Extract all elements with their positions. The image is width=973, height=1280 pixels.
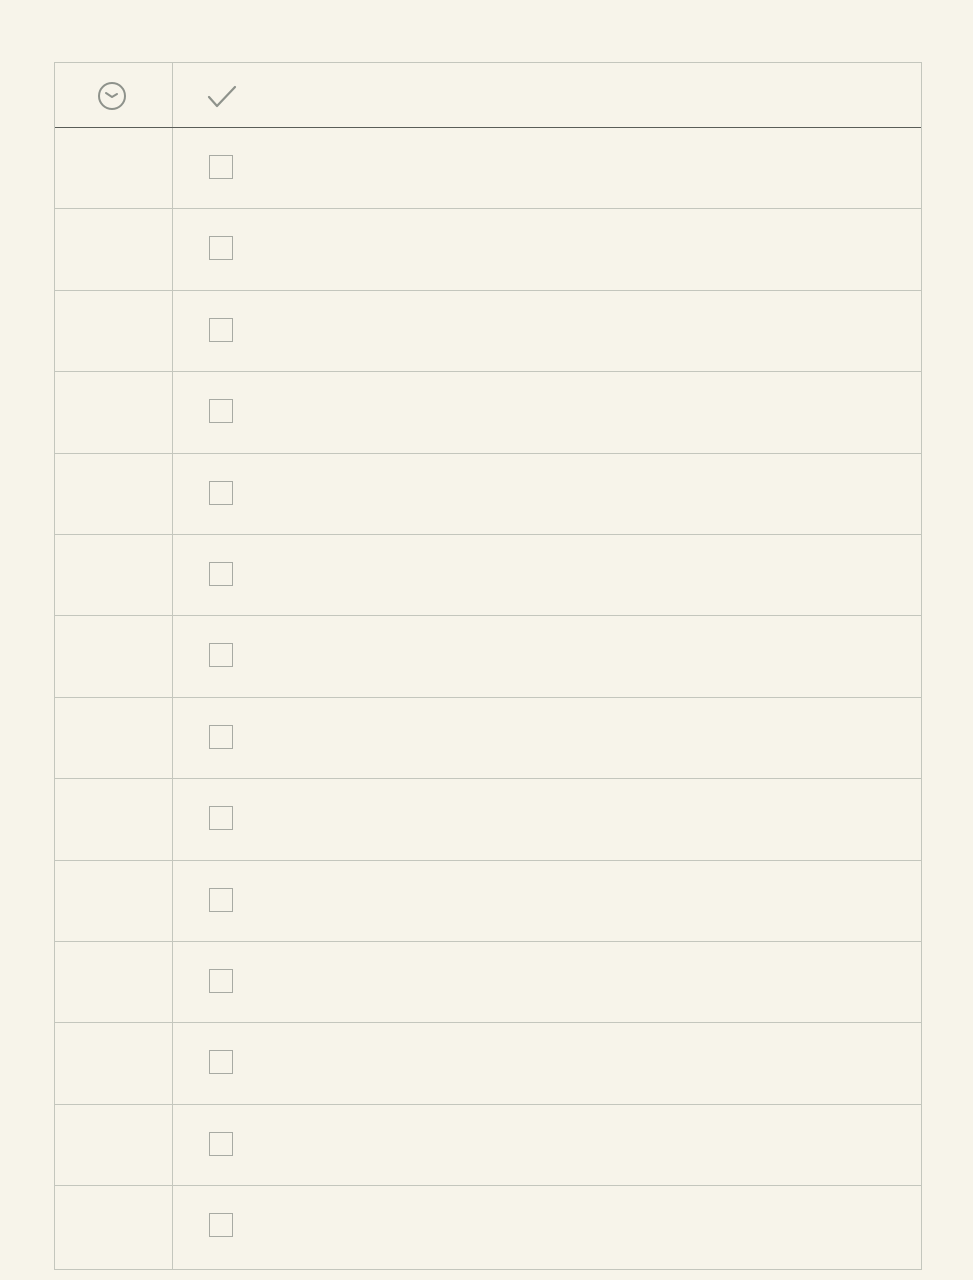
time-cell[interactable] (55, 372, 172, 452)
task-cell[interactable] (173, 535, 921, 615)
task-checkbox[interactable] (209, 236, 233, 261)
task-cell[interactable] (173, 616, 921, 696)
task-checkbox[interactable] (209, 561, 233, 586)
time-cell[interactable] (55, 942, 172, 1022)
time-cell[interactable] (55, 535, 172, 615)
task-cell[interactable] (173, 942, 921, 1022)
task-cell[interactable] (173, 454, 921, 534)
time-cell[interactable] (55, 128, 172, 208)
checklist-rows (55, 128, 921, 1267)
task-checkbox[interactable] (209, 887, 233, 912)
checklist-row (55, 454, 921, 535)
task-checkbox[interactable] (209, 643, 233, 668)
checklist-row (55, 535, 921, 617)
time-cell[interactable] (55, 616, 172, 696)
task-checkbox[interactable] (209, 317, 233, 342)
task-cell[interactable] (173, 209, 921, 289)
task-checkbox[interactable] (209, 1213, 233, 1238)
checklist-sheet (54, 62, 922, 1270)
task-checkbox[interactable] (209, 399, 233, 424)
checklist-row (55, 1105, 921, 1187)
checklist-row (55, 616, 921, 698)
task-cell[interactable] (173, 372, 921, 452)
task-cell[interactable] (173, 861, 921, 941)
task-checkbox[interactable] (209, 1131, 233, 1156)
task-cell[interactable] (173, 1186, 921, 1267)
checkmark-icon (207, 83, 237, 109)
task-checkbox[interactable] (209, 968, 233, 993)
task-cell[interactable] (173, 128, 921, 208)
time-cell[interactable] (55, 861, 172, 941)
task-checkbox[interactable] (209, 155, 233, 179)
task-cell[interactable] (173, 1023, 921, 1103)
time-cell[interactable] (55, 1186, 172, 1267)
header-row (55, 63, 921, 128)
task-checkbox[interactable] (209, 480, 233, 505)
time-cell[interactable] (55, 291, 172, 371)
task-cell[interactable] (173, 1105, 921, 1185)
task-checkbox[interactable] (209, 724, 233, 749)
time-cell[interactable] (55, 698, 172, 778)
clock-icon (97, 81, 127, 111)
time-cell[interactable] (55, 1105, 172, 1185)
time-cell[interactable] (55, 209, 172, 289)
checklist-row (55, 861, 921, 942)
checklist-row (55, 291, 921, 373)
task-cell[interactable] (173, 291, 921, 371)
time-cell[interactable] (55, 454, 172, 534)
time-cell[interactable] (55, 1023, 172, 1103)
checklist-row (55, 209, 921, 291)
task-checkbox[interactable] (209, 806, 233, 831)
checklist-row (55, 128, 921, 210)
checklist-row (55, 779, 921, 861)
checklist-row (55, 1186, 921, 1267)
time-cell[interactable] (55, 779, 172, 859)
checklist-row (55, 1023, 921, 1105)
checklist-row (55, 698, 921, 780)
task-checkbox[interactable] (209, 1050, 233, 1075)
checklist-row (55, 372, 921, 454)
task-cell[interactable] (173, 698, 921, 778)
task-cell[interactable] (173, 779, 921, 859)
checklist-row (55, 942, 921, 1024)
